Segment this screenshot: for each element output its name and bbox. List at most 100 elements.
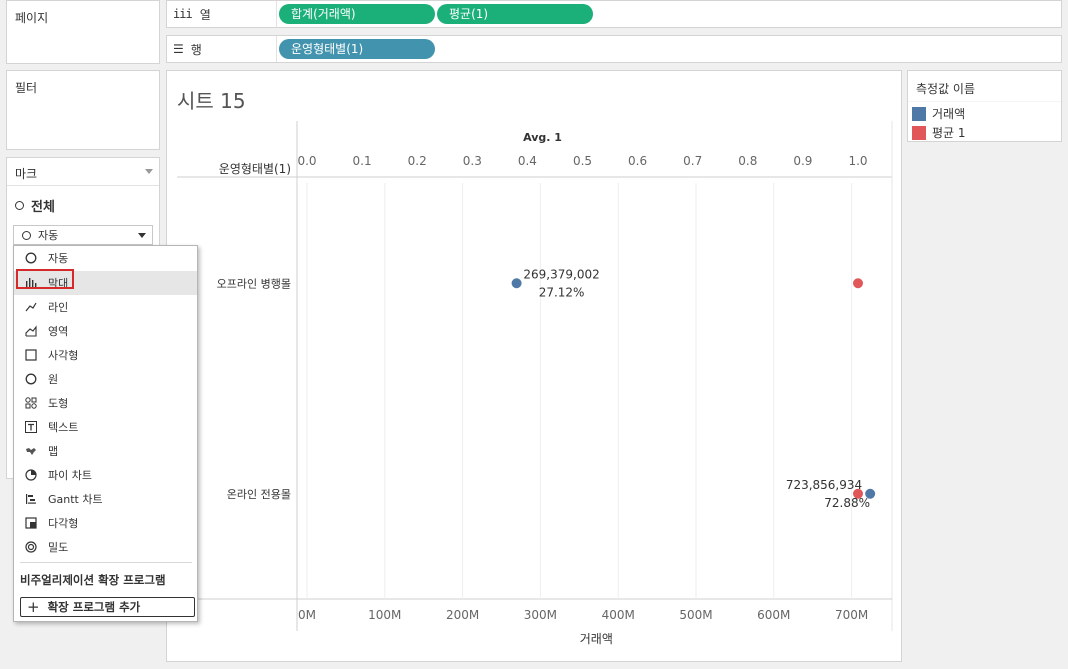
circle-icon xyxy=(15,201,24,210)
bottom-axis-tick-label: 200M xyxy=(446,608,479,622)
menu-separator xyxy=(20,562,192,563)
top-axis-tick-label: 0.0 xyxy=(297,154,316,168)
top-axis-tick-label: 0.6 xyxy=(628,154,647,168)
circle-icon xyxy=(24,372,38,386)
pill-operation-type[interactable]: 운영형태별(1) xyxy=(279,39,435,59)
amount-point xyxy=(511,278,522,289)
menu-item-gantt[interactable]: Gantt 차트 xyxy=(14,487,197,511)
extensions-title: 비주얼리제이션 확장 프로그램 xyxy=(20,573,166,587)
plus-icon: + xyxy=(27,597,40,616)
category-label: 오프라인 병행몰 xyxy=(217,277,291,290)
bottom-axis-tick-label: 0M xyxy=(298,608,316,622)
menu-item-label: 원 xyxy=(48,373,59,386)
legend-label-avg: 평균 1 xyxy=(932,126,966,140)
pill-sum-amount[interactable]: 합계(거래액) xyxy=(279,4,435,24)
menu-item-text[interactable]: 텍스트 xyxy=(14,415,197,439)
mark-type-value: 자동 xyxy=(38,229,59,242)
menu-item-polygon[interactable]: 다각형 xyxy=(14,511,197,535)
legend-item-avg[interactable]: 평균 1 xyxy=(912,124,966,141)
legend-item-amount[interactable]: 거래액 xyxy=(912,105,965,122)
line-icon xyxy=(24,300,38,314)
bar-icon xyxy=(24,276,38,290)
menu-item-label: 자동 xyxy=(48,252,69,265)
marks-header[interactable]: 마크 xyxy=(7,158,159,186)
menu-item-label: 라인 xyxy=(48,301,69,314)
columns-label: 열 xyxy=(199,7,211,22)
top-axis-tick-label: 0.5 xyxy=(573,154,592,168)
menu-item-label: 도형 xyxy=(48,397,69,410)
bottom-axis-title: 거래액 xyxy=(580,632,613,646)
gantt-icon xyxy=(24,492,38,506)
pie-icon xyxy=(24,468,38,482)
rows-shelf-label: ☰ 행 xyxy=(167,36,277,62)
top-axis-tick-label: 0.2 xyxy=(408,154,427,168)
menu-item-label: 맵 xyxy=(48,445,59,458)
legend-label-amount: 거래액 xyxy=(932,107,966,121)
text-icon xyxy=(24,420,38,434)
menu-item-shapes[interactable]: 도형 xyxy=(14,391,197,415)
marks-all-tab[interactable]: 전체 xyxy=(15,196,55,215)
rows-icon: ☰ xyxy=(173,42,184,56)
columns-shelf[interactable]: iii 열 합계(거래액) 평균(1) xyxy=(166,0,1062,28)
filters-title: 필터 xyxy=(15,81,38,95)
chevron-down-icon[interactable] xyxy=(145,169,153,174)
bottom-axis-tick-label: 700M xyxy=(835,608,868,622)
menu-item-auto[interactable]: 자동 xyxy=(14,246,197,270)
menu-item-pie[interactable]: 파이 차트 xyxy=(14,463,197,487)
dropdown-arrow-icon[interactable] xyxy=(138,233,146,238)
add-extension-button[interactable]: + 확장 프로그램 추가 xyxy=(20,597,195,617)
top-axis-tick-label: 0.9 xyxy=(793,154,812,168)
pill-avg-1[interactable]: 평균(1) xyxy=(437,4,593,24)
menu-item-label: 파이 차트 xyxy=(48,469,92,482)
avg-point xyxy=(853,278,863,289)
amount-data-label: 269,379,002 xyxy=(523,267,599,281)
marks-all-label: 전체 xyxy=(31,200,55,215)
mark-type-menu: 자동 막대 라인 영역 사각형 원 도형 텍스트 맵 파이 차트 Gantt 차… xyxy=(13,245,198,622)
square-icon xyxy=(24,348,38,362)
mark-type-select[interactable]: 자동 xyxy=(13,225,153,245)
marks-title: 마크 xyxy=(15,167,38,181)
top-axis-tick-label: 0.8 xyxy=(738,154,757,168)
menu-item-circle[interactable]: 원 xyxy=(14,367,197,391)
menu-item-density[interactable]: 밀도 xyxy=(14,535,197,559)
shapes-icon xyxy=(24,396,38,410)
legend-title: 측정값 이름 xyxy=(916,82,976,96)
pages-panel[interactable]: 페이지 xyxy=(6,0,160,64)
area-icon xyxy=(24,324,38,338)
columns-shelf-label: iii 열 xyxy=(167,1,277,27)
menu-item-label: 막대 xyxy=(48,277,69,290)
menu-item-bar[interactable]: 막대 xyxy=(14,271,197,295)
rows-shelf[interactable]: ☰ 행 운영형태별(1) xyxy=(166,35,1062,63)
top-axis-tick-label: 0.3 xyxy=(463,154,482,168)
top-axis-tick-label: 0.1 xyxy=(353,154,372,168)
bottom-axis-tick-label: 100M xyxy=(368,608,401,622)
pages-title: 페이지 xyxy=(15,11,49,25)
add-extension-label: 확장 프로그램 추가 xyxy=(47,600,141,614)
percent-data-label: 72.88% xyxy=(824,496,870,510)
legend-swatch-avg xyxy=(912,125,926,140)
chart-canvas[interactable]: 운영형태별(1) Avg. 1 0.0 0.1 0.2 0.3 0.4 0.5 0.6 0.7 0.… xyxy=(167,71,901,661)
legend-panel[interactable]: 측정값 이름 거래액 평균 1 xyxy=(907,70,1062,142)
bottom-axis-tick-label: 300M xyxy=(524,608,557,622)
bottom-axis-tick-label: 600M xyxy=(757,608,790,622)
density-icon xyxy=(24,540,38,554)
columns-icon: iii xyxy=(173,7,193,21)
circle-icon xyxy=(22,230,31,240)
circle-icon xyxy=(24,251,38,265)
menu-item-label: 텍스트 xyxy=(48,421,79,434)
top-axis-tick-label: 1.0 xyxy=(848,154,867,168)
category-label: 온라인 전용몰 xyxy=(227,488,291,501)
sheet-view: 시트 15 운영형태별(1) Avg. 1 0.0 0.1 0.2 0.3 0.4 0.5 0.… xyxy=(166,70,902,662)
menu-item-label: Gantt 차트 xyxy=(48,493,103,506)
top-axis-tick-label: 0.7 xyxy=(683,154,702,168)
bottom-axis-tick-label: 400M xyxy=(602,608,635,622)
menu-item-area[interactable]: 영역 xyxy=(14,319,197,343)
rows-label: 행 xyxy=(190,42,202,57)
filters-panel[interactable]: 필터 xyxy=(6,70,160,150)
top-axis-title: Avg. 1 xyxy=(523,131,562,144)
polygon-icon xyxy=(24,516,38,530)
menu-item-square[interactable]: 사각형 xyxy=(14,343,197,367)
map-icon xyxy=(24,444,38,458)
menu-item-line[interactable]: 라인 xyxy=(14,295,197,319)
menu-item-map[interactable]: 맵 xyxy=(14,439,197,463)
